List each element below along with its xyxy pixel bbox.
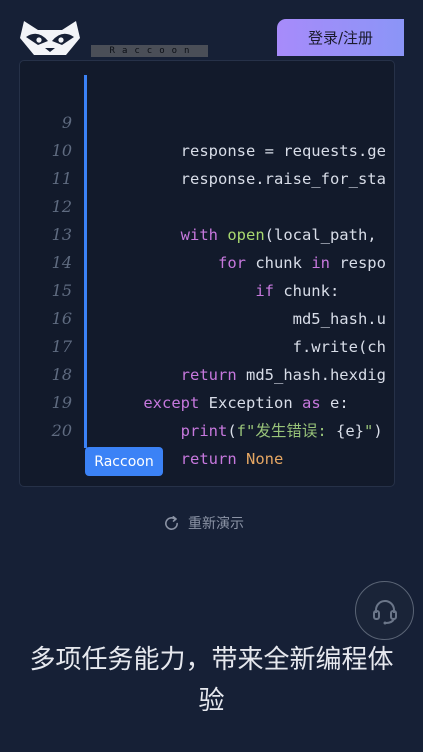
code-line: 10 response.raise_for_sta: [20, 109, 394, 188]
headset-icon: [372, 599, 397, 624]
code-line: 9 response = requests.ge: [20, 81, 394, 160]
headline: 多项任务能力，带来全新编程体验: [29, 645, 394, 716]
page: Raccoon 登录/注册 9 response = requests.ge 1…: [0, 0, 423, 752]
raccoon-badge: Raccoon: [85, 447, 163, 476]
code-line: 19 print(f"发生错误: {e}"): [20, 361, 394, 440]
code-text: print(f"发生错误: {e}"): [180, 422, 383, 440]
header: Raccoon 登录/注册: [0, 0, 423, 75]
code-line: 17 return md5_hash.hexdig: [20, 305, 394, 384]
code-line: 11: [20, 137, 394, 188]
code-line: 20 return None: [20, 389, 394, 468]
code-line: 18 except Exception as e:: [20, 333, 394, 412]
login-register-button[interactable]: 登录/注册: [277, 19, 404, 56]
refresh-icon: [165, 515, 178, 530]
code-line: 13 for chunk in respo: [20, 193, 394, 272]
brand-tag: Raccoon: [91, 45, 208, 57]
line-number: 20: [51, 421, 72, 440]
replay-label: 重新演示: [188, 516, 244, 532]
code-panel: 9 response = requests.ge 10 response.rai…: [19, 60, 395, 487]
customer-support-button[interactable]: [355, 581, 414, 640]
code-line: 15 md5_hash.u: [20, 249, 394, 328]
raccoon-logo-icon[interactable]: [18, 17, 82, 59]
code-line: 12 with open(local_path,: [20, 165, 394, 244]
replay-button[interactable]: 重新演示: [163, 513, 244, 533]
code-line: 14 if chunk:: [20, 221, 394, 300]
code-line: 16 f.write(ch: [20, 277, 394, 356]
